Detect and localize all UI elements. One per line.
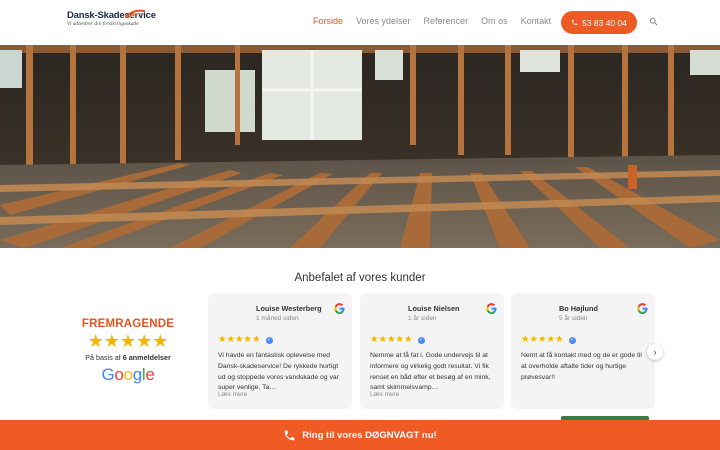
- review-stars: ★★★★★: [370, 334, 413, 345]
- google-g-icon: [637, 303, 648, 314]
- review-stars: ★★★★★: [218, 334, 261, 345]
- logo[interactable]: Dansk-Skadeservice Vi udbedrer din forsi…: [67, 9, 156, 34]
- google-logo: Google: [101, 365, 155, 384]
- review-date: 1 måned siden: [256, 315, 299, 322]
- review-card: Louise Westerberg 1 måned siden ★★★★★ ✓ …: [208, 293, 352, 409]
- page: Dansk-Skadeservice Vi udbedrer din forsi…: [0, 0, 720, 450]
- logo-tagline: Vi udbedrer din forsikringsskade: [67, 22, 139, 27]
- hero-image: [0, 45, 720, 248]
- phone-number: 53 83 40 04: [582, 17, 627, 28]
- verified-check-icon: ✓: [568, 336, 576, 344]
- review-date: 1 år siden: [408, 315, 437, 322]
- review-text: Nemt at få kontakt med og de er gode til…: [521, 352, 642, 381]
- review-card: Louise Nielsen 1 år siden ★★★★★ ✓ Nemme …: [360, 293, 504, 409]
- carousel-next-button[interactable]: ›: [647, 344, 663, 360]
- review-stars: ★★★★★: [521, 334, 564, 345]
- google-g-icon: [486, 303, 497, 314]
- summary-rating-label: FREMRAGENDE: [81, 318, 175, 330]
- nav-item-kontakt[interactable]: Kontakt: [521, 16, 552, 26]
- search-icon[interactable]: [649, 17, 658, 26]
- nav-item-referencer[interactable]: Referencer: [424, 16, 469, 26]
- reviews-summary: FREMRAGENDE ★★★★★ På basis af 6 anmeldel…: [72, 318, 184, 385]
- reviews-section-title: Anbefalet af vores kunder: [294, 272, 426, 284]
- review-date: 5 år siden: [559, 315, 588, 322]
- site-header: Dansk-Skadeservice Vi udbedrer din forsi…: [0, 0, 720, 45]
- verified-check-icon: ✓: [417, 336, 425, 344]
- logo-swoosh-icon: [125, 9, 145, 19]
- read-more-link[interactable]: Læs mere: [370, 391, 399, 398]
- read-more-link[interactable]: Læs mere: [218, 391, 247, 398]
- nav-item-om-os[interactable]: Om os: [481, 16, 508, 26]
- emergency-call-bar[interactable]: Ring til vores DØGNVAGT nu!: [0, 420, 720, 450]
- verified-check-icon: ✓: [265, 336, 273, 344]
- phone-icon: [571, 19, 578, 26]
- review-card: Bo Højlund 5 år siden ★★★★★ ✓ Nemt at få…: [511, 293, 655, 409]
- nav-item-vores-ydelser[interactable]: Vores ydelser: [356, 16, 411, 26]
- review-text: Vi havde en fantastisk oplevelse med Dan…: [218, 352, 339, 392]
- reviewer-name: Louise Westerberg: [256, 304, 322, 313]
- summary-basis-count: 6 anmeldelser: [122, 353, 171, 362]
- nav-item-forside[interactable]: Forside: [313, 16, 343, 26]
- phone-button[interactable]: 53 83 40 04: [561, 11, 637, 34]
- main-nav: Forside Vores ydelser Referencer Om os K…: [313, 16, 564, 26]
- summary-basis-prefix: På basis af: [85, 353, 121, 362]
- phone-icon: [284, 430, 295, 440]
- reviewer-name: Louise Nielsen: [408, 304, 460, 313]
- reviewer-name: Bo Højlund: [559, 304, 598, 313]
- google-g-icon: [334, 303, 345, 314]
- summary-basis: På basis af 6 anmeldelser: [72, 353, 184, 362]
- emergency-call-label: Ring til vores DØGNVAGT nu!: [302, 429, 437, 441]
- review-text: Nemme at få fat i. Gode undervejs til at…: [370, 352, 491, 392]
- summary-stars: ★★★★★: [87, 331, 169, 351]
